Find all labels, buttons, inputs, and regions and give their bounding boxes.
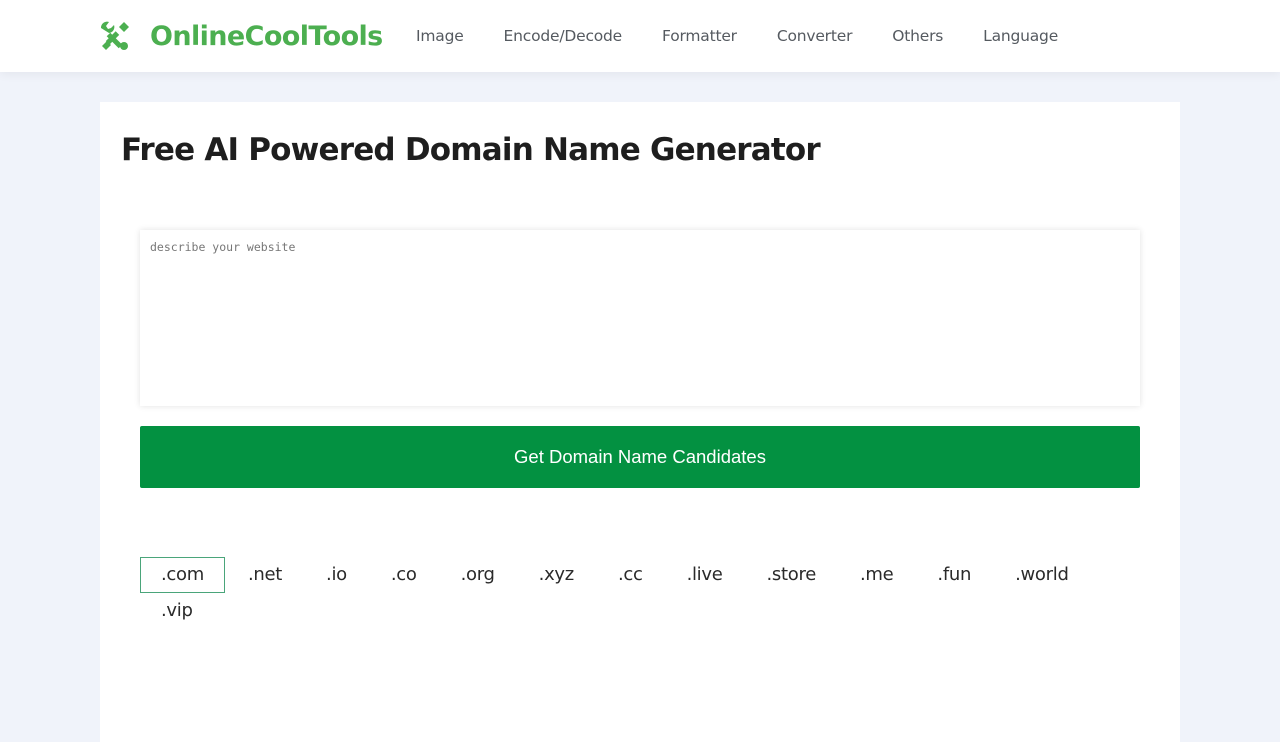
tld-option-cc[interactable]: .cc: [597, 557, 664, 593]
tld-option-store[interactable]: .store: [746, 557, 837, 593]
tld-option-me[interactable]: .me: [839, 557, 914, 593]
main-nav: Image Encode/Decode Formatter Converter …: [416, 24, 1098, 48]
top-navbar: OnlineCoolTools Image Encode/Decode Form…: [0, 0, 1280, 72]
tld-option-com[interactable]: .com: [140, 557, 225, 593]
tld-option-org[interactable]: .org: [440, 557, 516, 593]
tools-icon: [98, 19, 132, 53]
tld-selector: .com .net .io .co .org .xyz .cc .live .s…: [140, 557, 1140, 629]
tld-option-world[interactable]: .world: [994, 557, 1089, 593]
nav-item-formatter[interactable]: Formatter: [662, 27, 737, 45]
tld-option-io[interactable]: .io: [305, 557, 368, 593]
tld-option-vip[interactable]: .vip: [140, 593, 214, 629]
site-logo[interactable]: OnlineCoolTools: [98, 18, 383, 54]
nav-item-language[interactable]: Language: [983, 27, 1058, 45]
tld-option-net[interactable]: .net: [227, 557, 303, 593]
logo-text: OnlineCoolTools: [150, 20, 383, 52]
tld-option-co[interactable]: .co: [370, 557, 438, 593]
get-domain-candidates-button[interactable]: Get Domain Name Candidates: [140, 426, 1140, 488]
tld-option-live[interactable]: .live: [666, 557, 744, 593]
nav-item-image[interactable]: Image: [416, 27, 464, 45]
nav-item-converter[interactable]: Converter: [777, 27, 853, 45]
tld-option-fun[interactable]: .fun: [916, 557, 992, 593]
website-description-input[interactable]: [140, 230, 1140, 406]
nav-item-others[interactable]: Others: [892, 27, 943, 45]
nav-item-encode-decode[interactable]: Encode/Decode: [504, 27, 623, 45]
page-title: Free AI Powered Domain Name Generator: [121, 132, 821, 168]
tld-option-xyz[interactable]: .xyz: [518, 557, 595, 593]
tool-card: Free AI Powered Domain Name Generator Ge…: [100, 102, 1180, 742]
